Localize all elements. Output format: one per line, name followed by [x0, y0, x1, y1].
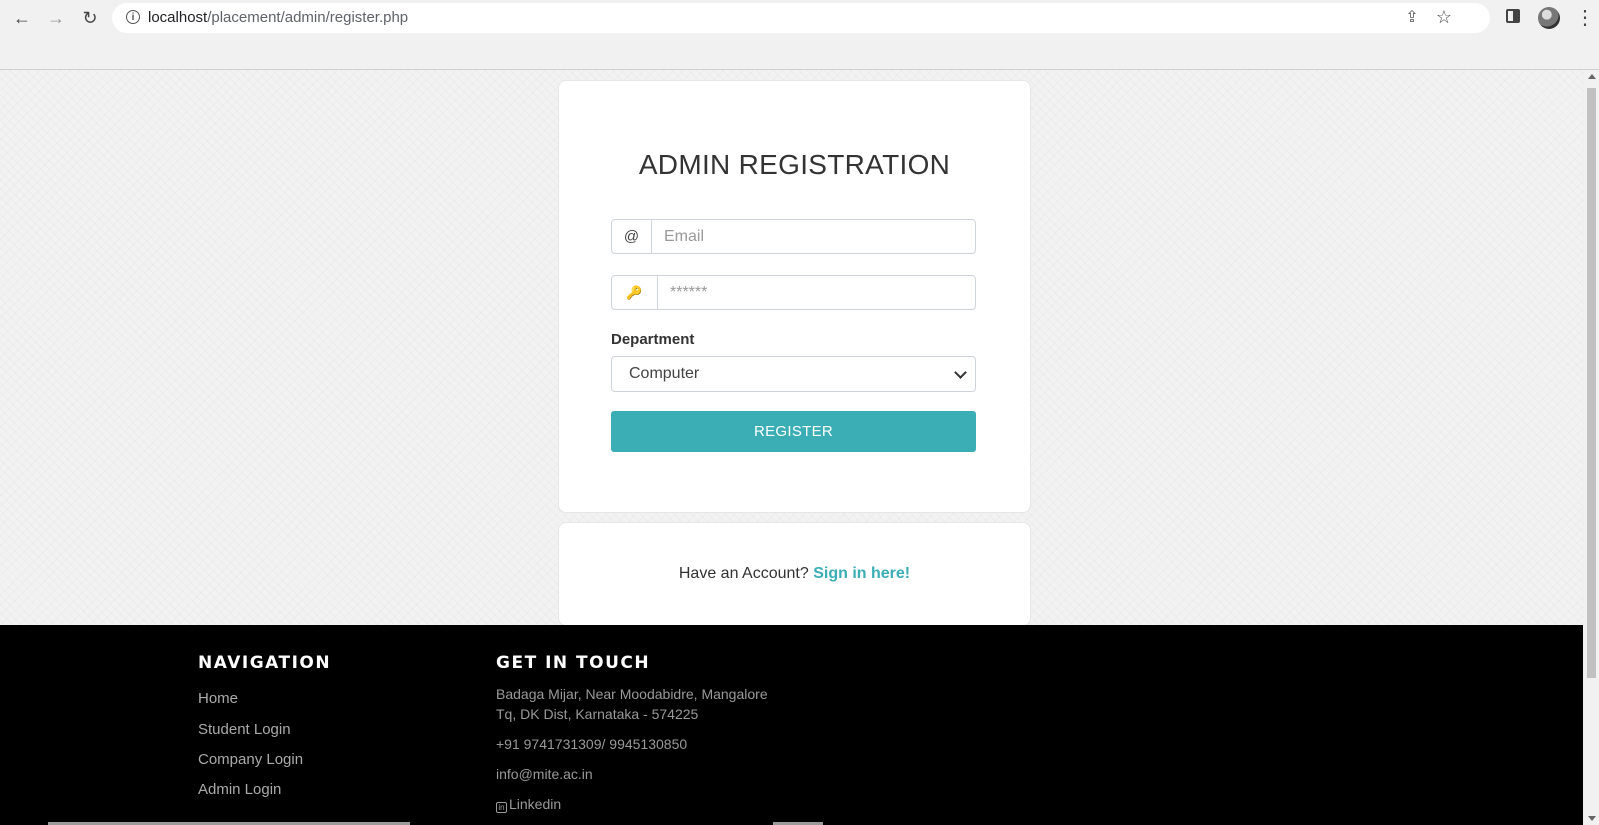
email-field[interactable] — [651, 220, 975, 253]
back-icon[interactable]: ← — [8, 5, 36, 31]
footer-link-student-login[interactable]: Student Login — [198, 721, 291, 738]
phone-number: +91 9741731309/ 9945130850 — [496, 736, 688, 752]
url-path: /placement/admin/register.php — [207, 9, 409, 26]
contact-email[interactable]: info@mite.ac.in — [496, 764, 593, 784]
address-line-2: Tq, DK Dist, Karnataka - 574225 — [496, 706, 699, 722]
at-sign-icon: @ — [612, 220, 652, 253]
address-line-1: Badaga Mijar, Near Moodabidre, Mangalore — [496, 686, 768, 702]
scroll-up-arrow-icon[interactable] — [1588, 74, 1596, 79]
forward-icon[interactable]: → — [42, 5, 70, 31]
footer-link-admin-login[interactable]: Admin Login — [198, 781, 281, 798]
side-panel-icon[interactable] — [1506, 9, 1520, 23]
register-button[interactable]: REGISTER — [611, 411, 976, 452]
footer-link-company-login[interactable]: Company Login — [198, 751, 303, 768]
email-input-group: @ — [611, 219, 976, 254]
linkedin-icon: in — [496, 802, 507, 813]
password-input-group: 🔑 — [611, 275, 976, 310]
signin-card: Have an Account? Sign in here! — [558, 522, 1031, 626]
department-label: Department — [611, 331, 695, 348]
navigation-heading: NAVIGATION — [198, 653, 332, 673]
linkedin-label: Linkedin — [509, 796, 562, 812]
footer: NAVIGATION Home Student Login Company Lo… — [0, 625, 1583, 825]
share-icon[interactable]: ⇪ — [1402, 8, 1422, 28]
chevron-down-icon — [954, 366, 967, 379]
page-content: ADMIN REGISTRATION @ 🔑 Department Comput… — [0, 70, 1583, 825]
contact-heading: GET IN TOUCH — [496, 653, 651, 673]
bookmark-star-icon[interactable]: ☆ — [1434, 7, 1454, 27]
page-title: ADMIN REGISTRATION — [638, 149, 951, 180]
signin-prompt: Have an Account? — [678, 565, 809, 582]
url-host: localhost — [148, 9, 208, 26]
reload-icon[interactable]: ↻ — [76, 5, 104, 31]
site-info-icon[interactable]: i — [126, 10, 140, 24]
footer-link-home[interactable]: Home — [198, 690, 238, 707]
scrollbar-thumb[interactable] — [1587, 88, 1596, 678]
signin-prompt-line: Have an Account? Sign in here! — [559, 565, 1030, 583]
address-bar[interactable]: i localhost/placement/admin/register.php… — [112, 3, 1490, 33]
url-text[interactable]: localhost/placement/admin/register.php — [148, 9, 408, 26]
browser-menu-icon[interactable]: ⋮ — [1575, 5, 1595, 31]
browser-toolbar: ← → ↻ i localhost/placement/admin/regist… — [0, 0, 1599, 70]
department-select[interactable]: Computer — [611, 356, 976, 392]
linkedin-link[interactable]: in Linkedin — [496, 794, 561, 814]
registration-card: ADMIN REGISTRATION @ 🔑 Department Comput… — [558, 80, 1031, 513]
signin-link[interactable]: Sign in here! — [813, 565, 910, 582]
vertical-scrollbar[interactable] — [1584, 70, 1599, 825]
scroll-down-arrow-icon[interactable] — [1588, 816, 1596, 821]
password-field[interactable] — [657, 276, 975, 309]
key-icon: 🔑 — [612, 276, 658, 309]
department-selected-value: Computer — [629, 365, 700, 382]
profile-avatar[interactable] — [1538, 7, 1560, 29]
